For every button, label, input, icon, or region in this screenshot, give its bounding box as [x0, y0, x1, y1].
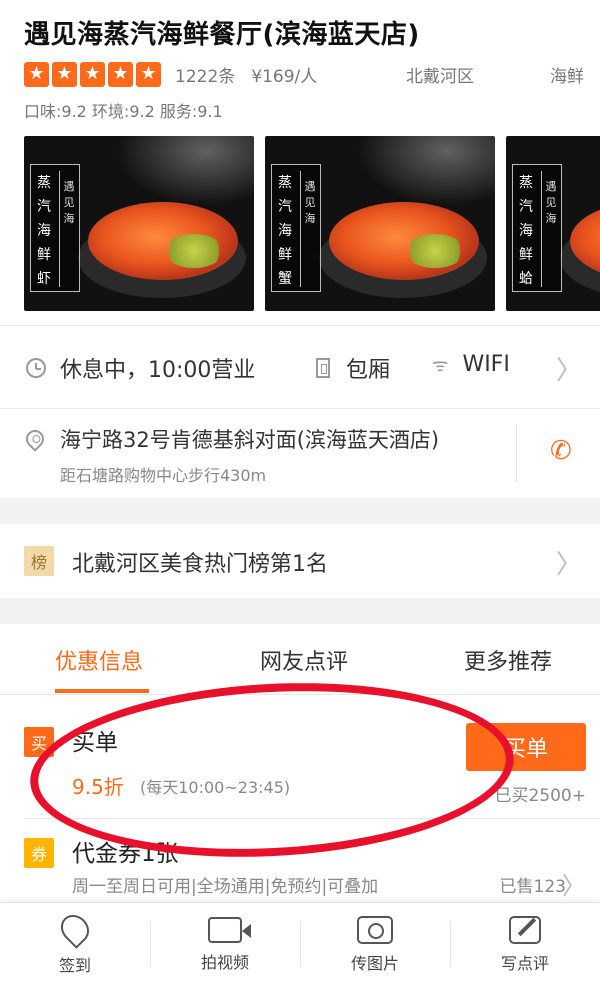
door-icon: [316, 358, 330, 378]
photo-caption-brand: 遇见海: [545, 180, 557, 225]
upload-photo-button[interactable]: 传图片: [300, 903, 450, 985]
sold-count: 已买2500+: [494, 786, 586, 806]
steam-decoration: [116, 136, 254, 206]
divider: [516, 424, 517, 482]
opening-hours-text: 休息中，10:00营业: [60, 358, 256, 383]
opening-hours: 休息中，10:00营业: [26, 352, 255, 384]
average-price: ¥169/人: [251, 66, 318, 87]
section-gap: [0, 498, 600, 524]
chevron-right-icon[interactable]: 〉: [556, 544, 582, 581]
private-room: 包厢: [316, 352, 390, 384]
location-pin-icon: [22, 426, 48, 452]
star-icon: ★: [52, 61, 77, 87]
photo-caption-tag: 蒸汽海鲜蟹 遇见海: [271, 164, 321, 292]
pay-badge-icon: 买: [24, 727, 54, 757]
photo-caption-brand: 遇见海: [63, 180, 75, 225]
caption-divider: [59, 171, 60, 287]
pay-deal-row[interactable]: 买 买单 9.5折 (每天10:00~23:45) 买单 已买2500+: [0, 705, 600, 817]
star-icon: ★: [24, 61, 49, 87]
deal-title: 买单: [72, 730, 118, 756]
restaurant-detail-page: 遇见海蒸汽海鲜餐厅(滨海蓝天店) ★ ★ ★ ★ ★ 1222条 ¥169/人 …: [0, 0, 600, 985]
video-icon: [208, 916, 251, 943]
video-label: 拍视频: [200, 952, 249, 972]
region-label: 北戴河区: [406, 66, 474, 87]
score-breakdown: 口味:9.2 环境:9.2 服务:9.1: [24, 102, 223, 121]
voucher-sold-count: 已售123: [499, 877, 566, 897]
phone-icon[interactable]: ✆: [550, 438, 572, 464]
caption-divider: [541, 171, 542, 287]
section-gap: [0, 598, 600, 624]
greens-graphic: [164, 234, 224, 268]
review-icon: [509, 915, 541, 944]
wifi-text: WIFI: [462, 352, 510, 377]
wifi-icon: ᯤ: [432, 354, 449, 376]
private-room-text: 包厢: [346, 358, 391, 383]
business-info-row[interactable]: 休息中，10:00营业 包厢 ᯤ WIFI 〉: [0, 326, 600, 408]
gallery-photo-crab[interactable]: 蒸汽海鲜蟹 遇见海: [265, 136, 495, 311]
divider: [0, 694, 600, 695]
voucher-badge-icon: 券: [24, 838, 54, 868]
write-review-button[interactable]: 写点评: [450, 903, 600, 985]
deal-hours: (每天10:00~23:45): [140, 778, 291, 797]
category-label: 海鲜: [550, 66, 584, 87]
photo-caption-main: 蒸汽海鲜蛤: [519, 175, 533, 287]
chevron-right-icon[interactable]: 〉: [556, 350, 582, 387]
checkin-label: 签到: [58, 955, 91, 975]
photo-caption-main: 蒸汽海鲜蟹: [278, 175, 292, 287]
rating-row: ★ ★ ★ ★ ★ 1222条 ¥169/人 北戴河区 海鲜: [24, 60, 584, 88]
bottom-action-bar: 签到 拍视频 传图片 写点评: [0, 902, 600, 985]
gallery-photo-shrimp[interactable]: 蒸汽海鲜虾 遇见海: [24, 136, 254, 311]
restaurant-title: 遇见海蒸汽海鲜餐厅(滨海蓝天店): [24, 20, 420, 50]
checkin-icon: [55, 908, 95, 949]
tab-reviews[interactable]: 网友点评: [260, 644, 348, 676]
caption-divider: [300, 171, 301, 287]
chevron-right-icon[interactable]: 〉: [562, 866, 586, 901]
tab-deals[interactable]: 优惠信息: [55, 644, 143, 676]
write-review-label: 写点评: [500, 953, 549, 973]
photo-caption-brand: 遇见海: [304, 180, 316, 225]
photo-caption-main: 蒸汽海鲜虾: [37, 175, 51, 287]
ranking-row[interactable]: 榜 北戴河区美食热门榜第1名 〉: [0, 524, 600, 598]
pay-button[interactable]: 买单: [466, 723, 586, 771]
wifi-amenity: ᯤ WIFI: [432, 352, 510, 377]
star-rating: ★ ★ ★ ★ ★: [24, 61, 161, 87]
photo-gallery[interactable]: 蒸汽海鲜虾 遇见海 蒸汽海鲜蟹 遇见海 蒸汽海鲜蛤 遇见海: [24, 136, 600, 311]
photo-caption-tag: 蒸汽海鲜虾 遇见海: [30, 164, 80, 292]
address-text: 海宁路32号肯德基斜对面(滨海蓝天酒店): [60, 428, 440, 452]
tab-bar: 优惠信息 网友点评 更多推荐: [0, 624, 600, 694]
greens-graphic: [405, 234, 465, 268]
voucher-row[interactable]: 券 代金券1张 周一至周日可用|全场通用|免预约|可叠加 已售123 〉: [0, 818, 600, 902]
address-row[interactable]: 海宁路32号肯德基斜对面(滨海蓝天酒店) 距石塘路购物中心步行430m ✆: [0, 408, 600, 498]
photo-caption-tag: 蒸汽海鲜蛤 遇见海: [512, 164, 562, 292]
checkin-button[interactable]: 签到: [0, 903, 150, 985]
video-button[interactable]: 拍视频: [150, 903, 300, 985]
star-icon: ★: [136, 61, 161, 87]
gallery-photo-clam[interactable]: 蒸汽海鲜蛤 遇见海: [506, 136, 600, 311]
ranking-badge-icon: 榜: [24, 546, 54, 576]
steam-decoration: [357, 136, 495, 206]
photo-icon: [357, 915, 393, 944]
upload-photo-label: 传图片: [350, 953, 399, 973]
tab-recommendations[interactable]: 更多推荐: [464, 644, 552, 676]
voucher-title: 代金券1张: [72, 841, 179, 867]
voucher-terms: 周一至周日可用|全场通用|免预约|可叠加: [72, 877, 379, 897]
ranking-text: 北戴河区美食热门榜第1名: [72, 552, 328, 577]
active-tab-indicator: [55, 689, 149, 693]
star-icon: ★: [108, 61, 133, 87]
star-icon: ★: [80, 61, 105, 87]
deal-discount: 9.5折: [72, 775, 124, 799]
address-distance: 距石塘路购物中心步行430m: [60, 466, 267, 485]
clock-icon: [26, 358, 46, 378]
review-count[interactable]: 1222条: [175, 62, 235, 87]
